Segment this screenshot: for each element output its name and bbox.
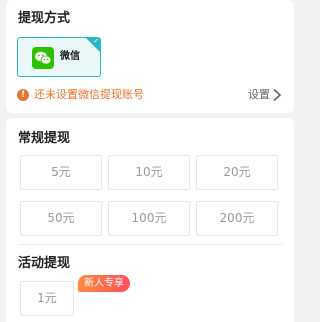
- withdraw-amount-card: 常规提现 5元 10元 20元 50元 100元 200元 活动提现 1元 新人…: [6, 118, 294, 322]
- amount-option-200[interactable]: 200元: [196, 201, 278, 236]
- wechat-method-label: 微信: [60, 51, 80, 62]
- amount-option-5[interactable]: 5元: [20, 155, 102, 190]
- regular-section-title: 常规提现: [18, 131, 71, 146]
- section-divider: [18, 244, 284, 245]
- amount-option-50[interactable]: 50元: [20, 201, 102, 236]
- amount-option-10[interactable]: 10元: [108, 155, 190, 190]
- event-amount-option-1[interactable]: 1元: [20, 281, 74, 316]
- wechat-method-option[interactable]: 微信 ✓: [17, 37, 101, 77]
- withdraw-method-card: 提现方式 微信 ✓ ! 还未设置微信提现账号 设置: [6, 0, 294, 113]
- warning-icon: !: [17, 89, 29, 101]
- amount-option-100[interactable]: 100元: [108, 201, 190, 236]
- chevron-right-icon[interactable]: [270, 88, 284, 102]
- event-section-title: 活动提现: [18, 256, 71, 271]
- method-section-title: 提现方式: [18, 11, 71, 26]
- settings-link[interactable]: 设置: [248, 87, 270, 103]
- wechat-icon: [32, 47, 54, 69]
- new-user-badge: 新人专享: [78, 275, 130, 292]
- checkmark-icon: ✓: [93, 37, 99, 45]
- warning-text: 还未设置微信提现账号: [34, 88, 144, 101]
- amount-option-20[interactable]: 20元: [196, 155, 278, 190]
